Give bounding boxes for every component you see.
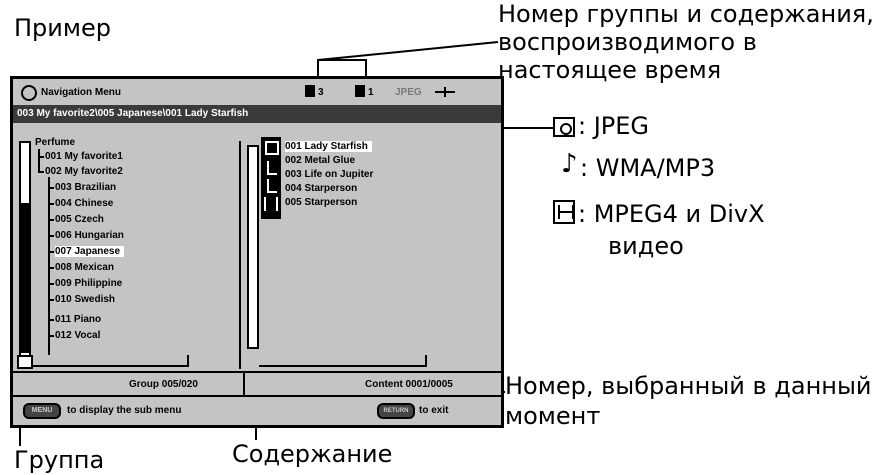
tree-branch xyxy=(48,203,54,205)
tree-item[interactable]: 011 Piano xyxy=(55,314,101,325)
footer-left-hint: to display the sub menu xyxy=(67,405,182,416)
tree-branch xyxy=(48,283,54,285)
mode-icon-bar xyxy=(444,87,446,97)
pane-divider xyxy=(239,141,241,369)
content-file-icon xyxy=(355,85,365,97)
content-item[interactable]: 003 Life on Jupiter xyxy=(285,169,373,180)
wma-icon xyxy=(267,161,277,175)
tree-root: Perfume xyxy=(35,137,76,148)
leader-playing-number-horiz xyxy=(317,41,499,61)
group-pane: Perfume 001 My favorite1 002 My favorite… xyxy=(17,129,241,369)
content-item[interactable]: 004 Starperson xyxy=(285,183,357,194)
content-status: Content 0001/0005 xyxy=(365,379,453,390)
status-divider xyxy=(243,373,245,395)
content-pane-corner xyxy=(425,355,427,367)
group-scrollbar-thumb[interactable] xyxy=(21,203,29,353)
return-button-label: RETURN xyxy=(383,408,409,414)
tree-branch xyxy=(48,235,54,237)
title-bar: Navigation Menu 3 1 JPEG xyxy=(13,79,501,103)
tree-item[interactable]: 009 Philippine xyxy=(55,278,122,289)
menu-button[interactable]: MENU xyxy=(23,403,61,419)
tree-branch xyxy=(48,299,54,301)
return-button[interactable]: RETURN xyxy=(377,403,415,419)
tree-item[interactable]: 006 Hungarian xyxy=(55,230,124,241)
tree-branch xyxy=(48,251,54,253)
tree-branch xyxy=(48,319,54,321)
tree-item[interactable]: 012 Vocal xyxy=(55,330,100,341)
group-pane-base xyxy=(31,365,187,367)
tree-root-line xyxy=(38,149,40,173)
tree-item[interactable]: 004 Chinese xyxy=(55,198,113,209)
tree-item[interactable]: 003 Brazilian xyxy=(55,182,116,193)
tree-branch xyxy=(48,219,54,221)
content-item-selected[interactable]: 001 Lady Starfish xyxy=(285,141,372,152)
footer-bar: MENU to display the sub menu RETURN to e… xyxy=(13,397,501,423)
jpeg-icon xyxy=(265,141,279,155)
path-bar: 003 My favorite2\005 Japanese\001 Lady S… xyxy=(13,105,501,123)
tree-branch xyxy=(48,335,54,337)
tree-branch-1 xyxy=(38,156,44,158)
content-type-column xyxy=(261,137,281,219)
status-bar: Group 005/020 Content 0001/0005 xyxy=(13,371,501,397)
group-number: 3 xyxy=(318,87,324,98)
tree-item-selected[interactable]: 007 Japanese xyxy=(55,246,125,257)
content-item[interactable]: 002 Metal Glue xyxy=(285,155,355,166)
format-indicator: JPEG xyxy=(395,87,422,98)
content-pane: 001 Lady Starfish 002 Metal Glue 003 Lif… xyxy=(245,129,501,369)
group-folder-icon xyxy=(305,85,315,97)
tree-item[interactable]: 008 Mexican xyxy=(55,262,114,273)
group-status: Group 005/020 xyxy=(129,379,198,390)
tree-item[interactable]: 005 Czech xyxy=(55,214,104,225)
group-scrollbar[interactable] xyxy=(19,141,31,357)
tree-branch xyxy=(48,187,54,189)
content-number: 1 xyxy=(368,87,374,98)
tree-item[interactable]: 001 My favorite1 xyxy=(45,151,123,162)
tree-item[interactable]: 002 My favorite2 xyxy=(45,166,123,177)
menu-button-label: MENU xyxy=(31,407,53,414)
group-pane-corner xyxy=(187,355,189,367)
navigation-screen: Navigation Menu 3 1 JPEG 003 My favorite… xyxy=(10,76,504,428)
content-item[interactable]: 005 Starperson xyxy=(285,197,357,208)
screen-title: Navigation Menu xyxy=(41,87,122,98)
tree-item[interactable]: 010 Swedish xyxy=(55,294,115,305)
mp3-icon xyxy=(267,179,277,193)
content-pane-base xyxy=(259,365,425,367)
footer-right-hint: to exit xyxy=(419,405,449,416)
content-scrollbar[interactable] xyxy=(247,145,259,349)
tree-branch-2 xyxy=(38,171,44,173)
video-icon xyxy=(264,197,278,211)
tree-branch xyxy=(48,267,54,269)
disc-icon xyxy=(21,85,37,101)
